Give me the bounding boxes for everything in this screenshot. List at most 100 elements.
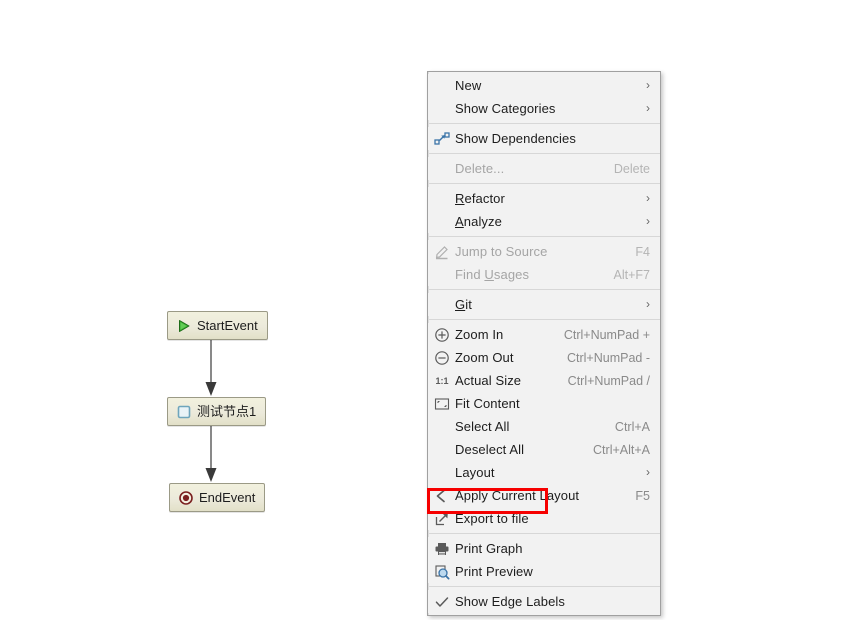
menu-item-layout[interactable]: Layout ›	[428, 461, 660, 484]
zoom-out-icon	[435, 350, 449, 365]
menu-item-label: Fit Content	[455, 396, 520, 411]
menu-item-jump-to-source: Jump to Source F4	[428, 240, 660, 263]
menu-item-shortcut: Ctrl+Alt+A	[593, 442, 650, 457]
menu-separator	[428, 123, 660, 124]
menu-item-label: Export to file	[455, 511, 529, 526]
menu-item-label: New	[455, 78, 482, 93]
zoom-in-icon	[431, 327, 453, 343]
menu-item-actual-size[interactable]: 1:1 Actual Size Ctrl+NumPad /	[428, 369, 660, 392]
menu-item-label: Delete...	[455, 161, 505, 176]
menu-item-refactor[interactable]: Refactor ›	[428, 187, 660, 210]
menu-item-show-categories[interactable]: Show Categories ›	[428, 97, 660, 120]
menu-item-zoom-in[interactable]: Zoom In Ctrl+NumPad +	[428, 323, 660, 346]
menu-item-label: Show Dependencies	[455, 131, 576, 146]
menu-separator	[428, 319, 660, 320]
dependencies-icon	[434, 131, 450, 145]
menu-item-shortcut: Ctrl+NumPad /	[567, 373, 650, 388]
checkmark-icon	[435, 596, 449, 607]
menu-item-label: Zoom In	[455, 327, 504, 342]
menu-item-icon-slot	[431, 191, 453, 207]
menu-item-shortcut: Alt+F7	[613, 267, 650, 282]
chevron-right-icon: ›	[646, 77, 650, 92]
menu-separator	[428, 236, 660, 237]
printer-icon	[431, 541, 453, 557]
menu-item-fit-content[interactable]: Fit Content	[428, 392, 660, 415]
menu-item-label: Print Graph	[455, 541, 523, 556]
menu-item-icon-slot	[431, 419, 453, 435]
menu-item-label: Deselect All	[455, 442, 525, 457]
menu-item-icon-slot	[431, 101, 453, 117]
menu-item-shortcut: Delete	[613, 161, 650, 176]
checkmark-icon	[431, 594, 453, 610]
menu-item-icon-slot	[431, 465, 453, 481]
chevron-right-icon: ›	[646, 464, 650, 479]
apply-layout-icon	[431, 488, 453, 504]
menu-item-icon-slot	[431, 78, 453, 94]
menu-item-shortcut: F4	[635, 244, 650, 259]
menu-item-label: Print Preview	[455, 564, 533, 579]
menu-item-delete: Delete... Delete	[428, 157, 660, 180]
menu-item-label: Select All	[455, 419, 510, 434]
pencil-icon	[435, 245, 448, 259]
task-square-icon	[177, 405, 191, 418]
play-triangle-icon	[179, 319, 190, 332]
menu-separator	[428, 586, 660, 587]
menu-item-shortcut: Ctrl+NumPad -	[566, 350, 650, 365]
menu-item-shortcut: Ctrl+A	[614, 419, 650, 434]
menu-item-label: Refactor	[455, 191, 505, 206]
actual-size-icon: 1:1	[435, 375, 449, 386]
menu-item-deselect-all[interactable]: Deselect All Ctrl+Alt+A	[428, 438, 660, 461]
graph-node-label: 测试节点1	[197, 404, 257, 419]
menu-item-export-to-file[interactable]: Export to file	[428, 507, 660, 530]
graph-node-label: EndEvent	[199, 490, 256, 505]
menu-separator	[428, 183, 660, 184]
chevron-right-icon: ›	[646, 213, 650, 228]
menu-item-icon-slot	[431, 442, 453, 458]
dependencies-icon	[431, 131, 453, 147]
menu-item-print-preview[interactable]: Print Preview	[428, 560, 660, 583]
menu-item-shortcut: F5	[635, 488, 650, 503]
menu-item-shortcut: Ctrl+NumPad +	[563, 327, 650, 342]
graph-node-end-event[interactable]: EndEvent	[169, 483, 266, 512]
menu-item-label: Git	[455, 297, 472, 312]
menu-separator	[428, 533, 660, 534]
menu-item-icon-slot	[431, 161, 453, 177]
menu-item-icon-slot	[431, 267, 453, 283]
end-circle-icon	[179, 490, 193, 505]
chevron-right-icon: ›	[646, 100, 650, 115]
menu-item-label: Find Usages	[455, 267, 530, 282]
menu-separator	[428, 289, 660, 290]
graph-node-start-event[interactable]: StartEvent	[167, 311, 268, 340]
menu-item-label: Show Edge Labels	[455, 594, 566, 609]
fit-content-icon	[431, 396, 453, 412]
export-icon	[431, 511, 453, 527]
menu-item-select-all[interactable]: Select All Ctrl+A	[428, 415, 660, 438]
zoom-in-icon	[435, 327, 449, 342]
menu-separator	[428, 153, 660, 154]
menu-item-label: Jump to Source	[455, 244, 548, 259]
menu-item-new[interactable]: New ›	[428, 74, 660, 97]
menu-item-find-usages: Find Usages Alt+F7	[428, 263, 660, 286]
menu-item-show-dependencies[interactable]: Show Dependencies	[428, 127, 660, 150]
menu-item-label: Actual Size	[455, 373, 522, 388]
chevron-right-icon: ›	[646, 190, 650, 205]
print-preview-icon	[431, 564, 453, 580]
menu-item-label: Show Categories	[455, 101, 556, 116]
menu-item-label: Analyze	[455, 214, 502, 229]
chevron-right-icon: ›	[646, 296, 650, 311]
fit-content-icon	[434, 397, 450, 410]
menu-item-print-graph[interactable]: Print Graph	[428, 537, 660, 560]
graph-node-label: StartEvent	[197, 318, 258, 333]
menu-item-icon-slot	[431, 214, 453, 230]
menu-item-label: Layout	[455, 465, 495, 480]
menu-item-apply-current-layout[interactable]: Apply Current Layout F5	[428, 484, 660, 507]
menu-item-label: Zoom Out	[455, 350, 514, 365]
graph-context-menu[interactable]: New › Show Categories › Show Dependencies Del…	[427, 71, 661, 616]
graph-canvas[interactable]: StartEvent 测试节点1 EndEvent	[0, 0, 843, 620]
menu-item-analyze[interactable]: Analyze ›	[428, 210, 660, 233]
menu-item-zoom-out[interactable]: Zoom Out Ctrl+NumPad -	[428, 346, 660, 369]
graph-node-task[interactable]: 测试节点1	[167, 397, 267, 426]
menu-item-show-edge-labels[interactable]: Show Edge Labels	[428, 590, 660, 613]
edge-start-to-task	[205, 340, 217, 396]
menu-item-git[interactable]: Git ›	[428, 293, 660, 316]
